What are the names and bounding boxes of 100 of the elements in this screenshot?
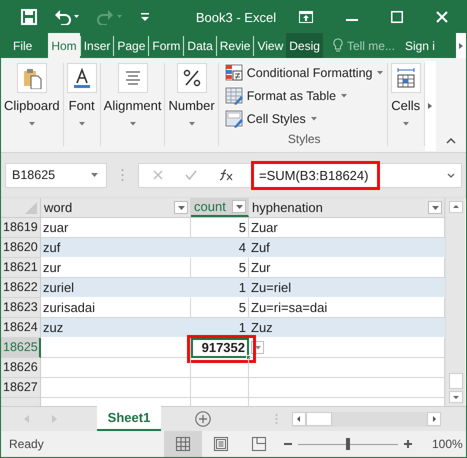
status-text: Ready (9, 437, 45, 451)
row-header[interactable]: 18627 (1, 378, 41, 398)
page-layout-icon (214, 437, 228, 451)
view-button[interactable] (164, 431, 202, 457)
sign-in-link[interactable]: Sign i (404, 33, 435, 58)
ribbon-tab[interactable]: Form (148, 36, 184, 56)
scroll-left-icon[interactable] (292, 412, 306, 426)
dropdown-arrow-icon (254, 346, 260, 350)
table-cell[interactable] (41, 358, 191, 378)
caret-icon (428, 103, 432, 109)
column-header[interactable]: count (191, 198, 249, 217)
filter-button[interactable] (174, 201, 188, 214)
zoom-out-icon[interactable] (284, 440, 292, 448)
save-icon[interactable] (21, 9, 37, 25)
page-break-icon (252, 437, 266, 451)
redo-icon[interactable] (97, 9, 123, 25)
window-title: Book3 - Excel (194, 10, 278, 24)
ribbon-tab[interactable]: Hom (48, 33, 80, 58)
dropdown-arrow-icon (432, 206, 438, 210)
vertical-scrollbar[interactable] (445, 198, 465, 406)
dropdown-arrow-icon (178, 206, 184, 210)
column-header[interactable]: hyphenation (249, 198, 445, 217)
table-cell[interactable] (249, 358, 445, 378)
zoom-in-icon[interactable] (404, 440, 412, 448)
ribbon-tab[interactable]: Data (183, 36, 216, 56)
scroll-right-icon[interactable] (427, 412, 441, 426)
table-cell[interactable]: 1 (191, 278, 249, 298)
row-header[interactable]: 18625 (1, 338, 41, 358)
maximize-icon[interactable] (391, 11, 403, 23)
dropdown-arrow-icon (236, 204, 242, 208)
scroll-up-icon[interactable] (448, 201, 462, 213)
caret-icon (78, 122, 85, 126)
close-icon[interactable] (436, 11, 448, 23)
splitter-icon[interactable] (121, 168, 124, 182)
filter-button[interactable] (232, 200, 246, 213)
caret-icon (310, 117, 317, 121)
table-cell[interactable]: 917352 (191, 338, 249, 358)
scroll-right-button[interactable] (456, 33, 466, 58)
ribbon-tab[interactable]: File (7, 36, 48, 56)
conditional-format-icon (224, 64, 244, 82)
customize-icon[interactable] (140, 12, 150, 22)
lightbulb-icon (332, 38, 343, 54)
row-header[interactable]: 18623 (1, 298, 41, 318)
undo-icon[interactable] (54, 9, 80, 25)
ribbon-menu-button[interactable]: Format as Table (224, 86, 384, 106)
filter-button[interactable] (428, 201, 442, 214)
group-label: Styles (286, 132, 322, 146)
table-cell[interactable] (41, 338, 191, 358)
dropdown-arrow-icon (91, 173, 98, 177)
table-cell[interactable]: Zuz (249, 318, 445, 338)
caret-icon (341, 94, 348, 98)
ribbon-tab[interactable]: Page (113, 36, 148, 56)
ribbon-display-icon[interactable] (299, 11, 313, 23)
ribbon-tab[interactable]: Inser (80, 36, 114, 56)
caret-icon (188, 122, 195, 126)
table-format-icon (224, 87, 244, 105)
caret-icon (402, 122, 409, 126)
slider-thumb[interactable] (346, 438, 350, 450)
sheet-tab[interactable]: Sheet1 (97, 406, 161, 430)
caret-icon (28, 122, 35, 126)
row-header[interactable]: 18621 (1, 258, 41, 278)
table-cell[interactable]: zuriel (41, 278, 191, 298)
row-header[interactable]: 18622 (1, 278, 41, 298)
caret-icon (459, 42, 463, 48)
ribbon-group-button[interactable]: Alignment (104, 63, 162, 146)
scroll-thumb[interactable] (448, 373, 462, 389)
cell-styles-icon (224, 110, 244, 128)
table-cell[interactable] (191, 358, 249, 378)
collapse-ribbon-icon[interactable] (446, 138, 456, 144)
table-cell[interactable]: 4 (191, 238, 249, 258)
ribbon-menu-button[interactable]: Conditional Formatting (224, 63, 384, 83)
ribbon-tab[interactable]: Revie (216, 36, 254, 56)
row-header[interactable]: 18619 (1, 218, 41, 238)
table-cell[interactable]: Zu=riel (249, 278, 445, 298)
scroll-thumb[interactable] (306, 412, 332, 426)
row-header[interactable]: 18624 (1, 318, 41, 338)
caret-icon (130, 122, 136, 126)
row-header[interactable]: 18626 (1, 358, 41, 378)
ribbon-group-button[interactable]: Number (168, 63, 215, 146)
name-box[interactable]: B18625 (5, 162, 107, 188)
ribbon-group-button[interactable]: Font (66, 63, 97, 146)
zoom-level[interactable]: 100% (432, 437, 463, 451)
table-cell[interactable] (191, 378, 249, 398)
row-header[interactable]: 18620 (1, 238, 41, 258)
ribbon-group-button[interactable]: Cells (390, 63, 421, 146)
column-header[interactable]: word (41, 198, 191, 217)
add-sheet-icon[interactable] (195, 411, 211, 427)
table-cell[interactable] (41, 378, 191, 398)
ribbon-group-button[interactable]: Clipboard (4, 63, 60, 146)
table-cell[interactable]: zuz (41, 318, 191, 338)
horizontal-scrollbar[interactable] (292, 412, 441, 426)
table-cell[interactable]: zuf (41, 238, 191, 258)
normal-view-icon (176, 437, 190, 451)
ribbon-menu-button[interactable]: Cell Styles (224, 109, 384, 129)
table-cell[interactable] (249, 378, 445, 398)
cells-icon (394, 67, 417, 89)
caret-icon (377, 71, 384, 75)
ribbon-tab[interactable]: Desig (286, 33, 323, 58)
table-cell[interactable]: Zuf (249, 238, 445, 258)
scroll-down-icon[interactable] (448, 391, 462, 403)
